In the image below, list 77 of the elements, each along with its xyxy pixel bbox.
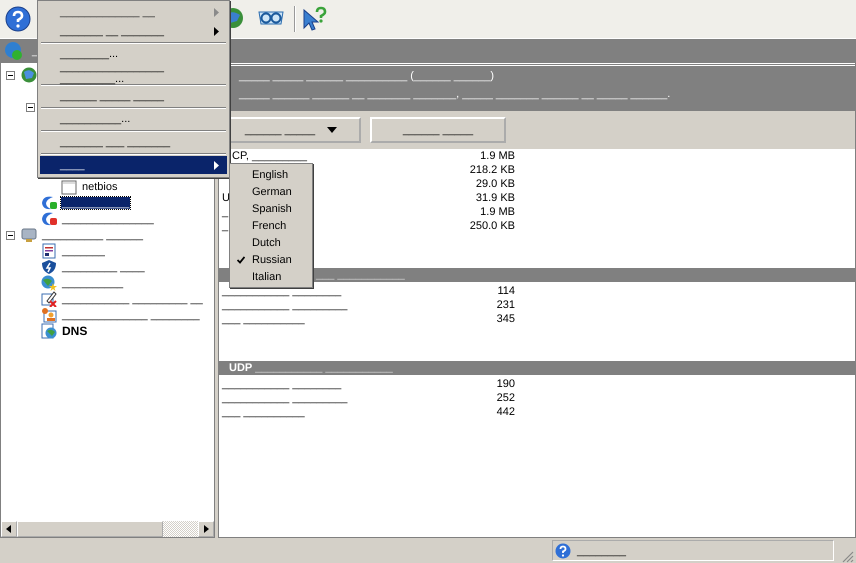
help-icon[interactable] — [5, 6, 31, 32]
language-option[interactable]: Spanish — [230, 200, 312, 217]
tree-item[interactable]: _______ — [61, 245, 106, 257]
description-text: _____ ______ ______ __ _______ _______, _____ _______ ______ __ _____ ______. — [239, 88, 672, 100]
pencil-delete-icon — [41, 291, 57, 307]
language-option[interactable]: Italian — [230, 268, 312, 285]
submenu-arrow-icon — [214, 160, 219, 170]
row-value: 250.0 KB — [468, 220, 515, 232]
tree-item[interactable]: _________ ____ — [61, 261, 146, 273]
right-arrow-icon — [202, 525, 210, 533]
description-text: _____ _____ ______ __________ (______ ______) — [239, 70, 496, 82]
service-icon — [41, 195, 57, 211]
tree-item[interactable]: netbios — [81, 181, 118, 193]
section-header: UDP ___________ ___________ — [219, 361, 855, 375]
action-button[interactable]: ______ _____ — [370, 117, 506, 143]
tree-item[interactable]: _______________ — [61, 213, 155, 225]
row-value: 252 — [496, 392, 515, 404]
tree-item[interactable]: ______________ ________ — [61, 309, 201, 321]
status-text: ________ — [577, 544, 626, 556]
computer-icon — [21, 227, 37, 243]
row-label: ___ __________ — [222, 406, 305, 418]
scroll-thumb[interactable] — [17, 521, 163, 537]
row-value: 31.9 KB — [474, 192, 515, 204]
collapse-toggle[interactable] — [26, 102, 35, 112]
row-label: ___________ _________ — [222, 392, 348, 404]
language-option[interactable]: English — [230, 166, 312, 183]
language-option[interactable]: German — [230, 183, 312, 200]
tree-item[interactable]: ___________ _________ __ — [61, 293, 204, 305]
help-icon — [555, 542, 571, 558]
tree-item[interactable]: __________ ______ — [41, 229, 144, 241]
row-label: ___________ _________ — [222, 299, 348, 311]
scroll-left-button[interactable] — [1, 521, 17, 537]
dns-icon — [41, 323, 57, 339]
globe-icon — [21, 67, 37, 83]
caret-icon — [327, 127, 338, 133]
row-value: 29.0 KB — [474, 178, 515, 190]
submenu-arrow-icon — [214, 26, 219, 36]
menu-item[interactable]: _________________ _________... — [40, 64, 227, 82]
shield-icon — [41, 259, 57, 275]
language-option[interactable]: Dutch — [230, 234, 312, 251]
row-label: U — [222, 192, 230, 204]
row-label: _ — [222, 206, 228, 218]
menu-item[interactable]: ______ _____ _____ — [40, 87, 227, 105]
collapse-toggle[interactable] — [6, 230, 15, 240]
row-value: 114 — [496, 285, 515, 297]
resize-grip-icon[interactable] — [840, 549, 854, 563]
tree-item[interactable]: DNS — [61, 324, 88, 338]
service-icon — [41, 211, 57, 227]
users-icon — [41, 307, 57, 323]
tree-item[interactable]: __________ — [61, 277, 124, 289]
row-label: ___________ ________ — [222, 285, 342, 297]
tree-item[interactable]: ___________ — [61, 197, 130, 209]
row-label: ___________ ________ — [222, 378, 342, 390]
language-option[interactable]: Russian — [230, 251, 312, 268]
collapse-toggle[interactable] — [6, 70, 15, 80]
row-label: CP, _________ — [232, 150, 308, 162]
row-value: 442 — [496, 406, 515, 418]
left-arrow-icon — [5, 525, 13, 533]
network-icon — [4, 40, 24, 60]
menu-item[interactable]: _______ __ _______ — [40, 22, 227, 40]
menu-item[interactable]: ____ — [40, 156, 227, 174]
menu-item[interactable]: ________... — [40, 45, 227, 63]
row-value: 231 — [496, 299, 515, 311]
check-icon — [237, 256, 245, 264]
submenu-arrow-icon — [214, 8, 219, 16]
row-value: 345 — [496, 313, 515, 325]
checkbox-icon — [61, 179, 77, 195]
row-value: 1.9 MB — [479, 150, 515, 162]
row-label: _ — [222, 220, 228, 232]
pointer-help-icon[interactable] — [302, 6, 328, 32]
row-label: ___ __________ — [222, 313, 305, 325]
language-option[interactable]: French — [230, 217, 312, 234]
scroll-right-button[interactable] — [198, 521, 214, 537]
document-icon — [41, 243, 57, 259]
row-value: 190 — [496, 378, 515, 390]
row-value: 1.9 MB — [479, 206, 515, 218]
row-value: 218.2 KB — [468, 164, 515, 176]
